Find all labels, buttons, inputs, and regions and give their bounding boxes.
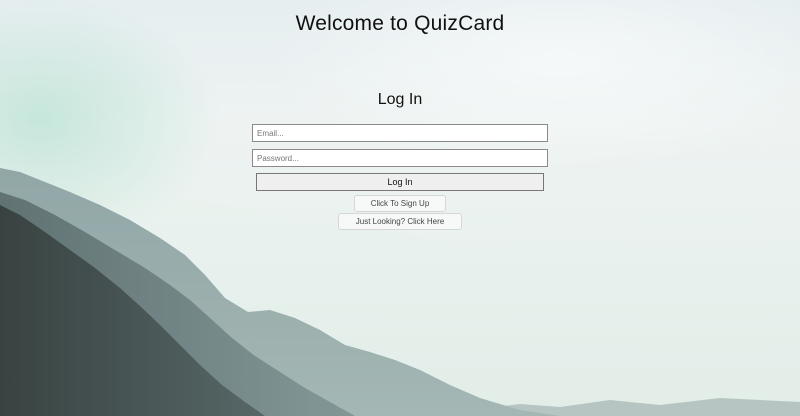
signup-button[interactable]: Click To Sign Up [354, 195, 446, 212]
login-heading: Log In [377, 91, 423, 108]
password-input[interactable] [252, 149, 548, 167]
page-title: Welcome to QuizCard [295, 12, 505, 35]
guest-access-button[interactable]: Just Looking? Click Here [338, 213, 462, 230]
login-button[interactable]: Log In [256, 173, 544, 191]
email-input[interactable] [252, 124, 548, 142]
